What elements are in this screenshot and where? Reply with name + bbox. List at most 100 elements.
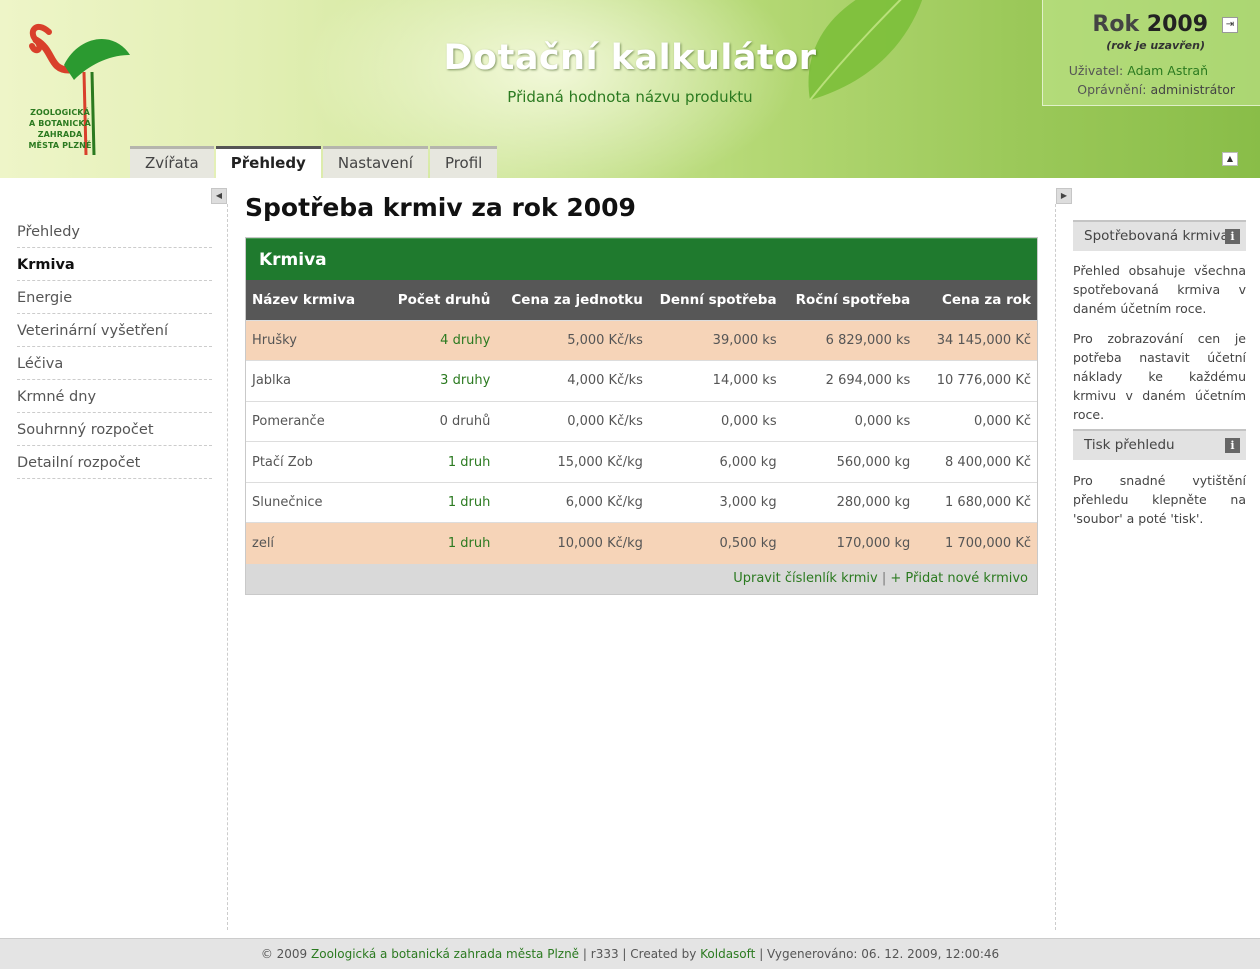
info-icon[interactable]: i bbox=[1225, 438, 1240, 453]
cell-yearly: 0,000 ks bbox=[782, 400, 917, 442]
cell-name: Slunečnice bbox=[246, 481, 391, 523]
cell-name: Ptačí Zob bbox=[246, 441, 391, 483]
nav-item-krmiva[interactable]: Krmiva bbox=[17, 248, 212, 281]
permission-label: Oprávnění: bbox=[1077, 82, 1147, 97]
panel-title: Krmiva bbox=[246, 238, 1037, 280]
edit-feed-list-link[interactable]: Upravit číslenlík krmiv bbox=[733, 571, 878, 586]
user-box: Rok 2009 ⇥ (rok je uzavřen) Uživatel: Ad… bbox=[1042, 0, 1260, 106]
main-tabs: Zvířata Přehledy Nastavení Profil bbox=[130, 146, 499, 178]
cell-yearly: 280,000 kg bbox=[782, 481, 917, 523]
footer-author-link[interactable]: Koldasoft bbox=[700, 947, 755, 961]
cell-count-link[interactable]: 4 druhy bbox=[390, 319, 497, 361]
column-header[interactable]: Počet druhů bbox=[390, 280, 497, 320]
cell-unit-price: 5,000 Kč/ks bbox=[496, 319, 649, 361]
app-subtitle: Přidaná hodnota názvu produktu bbox=[507, 88, 753, 106]
column-header[interactable]: Roční spotřeba bbox=[782, 280, 917, 320]
nav-item-leciva[interactable]: Léčiva bbox=[17, 347, 212, 380]
year-label: Rok bbox=[1092, 12, 1140, 37]
table-row: zelí 1 druh 10,000 Kč/kg 0,500 kg 170,00… bbox=[246, 522, 1037, 564]
cell-name: Pomeranče bbox=[246, 400, 391, 442]
cell-name: Hrušky bbox=[246, 319, 391, 361]
permission-value: administrátor bbox=[1150, 82, 1235, 97]
cell-count-link[interactable]: 1 druh bbox=[390, 481, 497, 523]
sidebar-box-text: Přehled obsahuje všechna spotřebovaná kr… bbox=[1073, 263, 1246, 316]
footer: © 2009 Zoologická a botanická zahrada mě… bbox=[0, 938, 1260, 969]
table-row: Slunečnice 1 druh 6,000 Kč/kg 3,000 kg 2… bbox=[246, 481, 1037, 523]
logout-icon[interactable]: ⇥ bbox=[1222, 17, 1238, 33]
table-header-row: Název krmiva Počet druhů Cena za jednotk… bbox=[246, 280, 1037, 320]
tab-prehledy[interactable]: Přehledy bbox=[215, 146, 321, 178]
cell-count-link[interactable]: 3 druhy bbox=[390, 360, 497, 402]
nav-item-veterinarni-vysetreni[interactable]: Veterinární vyšetření bbox=[17, 314, 212, 347]
tab-zvirata[interactable]: Zvířata bbox=[130, 146, 214, 178]
nav-item-souhrnny-rozpocet[interactable]: Souhrnný rozpočet bbox=[17, 413, 212, 446]
cell-count-link[interactable]: 1 druh bbox=[390, 522, 497, 564]
cell-daily: 3,000 kg bbox=[648, 481, 783, 523]
cell-yearly-price: 8 400,000 Kč bbox=[916, 441, 1037, 483]
cell-yearly: 2 694,000 ks bbox=[782, 360, 917, 402]
cell-unit-price: 10,000 Kč/kg bbox=[496, 522, 649, 564]
cell-yearly-price: 1 680,000 Kč bbox=[916, 481, 1037, 523]
nav-item-detailni-rozpocet[interactable]: Detailní rozpočet bbox=[17, 446, 212, 479]
sidebar-box-text: Pro snadné vytištění přehledu klepněte n… bbox=[1073, 473, 1246, 526]
permission-line: Oprávnění: administrátor bbox=[1077, 82, 1235, 97]
arrow-left-icon[interactable]: ◀ bbox=[211, 188, 227, 204]
table-row: Hrušky 4 druhy 5,000 Kč/ks 39,000 ks 6 8… bbox=[246, 319, 1037, 361]
add-feed-link[interactable]: + Přidat nové krmivo bbox=[890, 571, 1028, 586]
footer-revision: | r333 | Created by bbox=[582, 947, 697, 961]
logo-line: A BOTANICKÁ bbox=[29, 119, 91, 128]
table-row: Ptačí Zob 1 druh 15,000 Kč/kg 6,000 kg 5… bbox=[246, 441, 1037, 483]
footer-org-link[interactable]: Zoologická a botanická zahrada města Plz… bbox=[311, 947, 579, 961]
year-display: Rok 2009 bbox=[1092, 12, 1208, 37]
cell-name: Jablka bbox=[246, 360, 391, 402]
footer-copyright: © 2009 bbox=[260, 947, 308, 961]
arrow-right-icon[interactable]: ▶ bbox=[1056, 188, 1072, 204]
year-value: 2009 bbox=[1146, 12, 1208, 37]
cell-unit-price: 4,000 Kč/ks bbox=[496, 360, 649, 402]
divider-left bbox=[227, 204, 228, 930]
logo-line: ZAHRADA bbox=[37, 130, 83, 139]
info-icon[interactable]: i bbox=[1225, 229, 1240, 244]
year-note: (rok je uzavřen) bbox=[1106, 39, 1205, 52]
sidebar-box-text: Pro zobrazování cen je potřeba nastavit … bbox=[1073, 331, 1246, 422]
nav-item-prehledy[interactable]: Přehledy bbox=[17, 215, 212, 248]
cell-unit-price: 0,000 Kč/ks bbox=[496, 400, 649, 442]
column-header[interactable]: Denní spotřeba bbox=[648, 280, 783, 320]
nav-item-krmne-dny[interactable]: Krmné dny bbox=[17, 380, 212, 413]
cell-unit-price: 15,000 Kč/kg bbox=[496, 441, 649, 483]
user-name-link[interactable]: Adam Astraň bbox=[1127, 63, 1208, 78]
cell-yearly: 6 829,000 ks bbox=[782, 319, 917, 361]
column-header[interactable]: Cena za jednotku bbox=[496, 280, 649, 320]
sidebar-box-title: Tisk přehledu bbox=[1084, 437, 1175, 453]
collapse-up-icon[interactable]: ▲ bbox=[1222, 152, 1238, 166]
header: ZOOLOGICKÁ A BOTANICKÁ ZAHRADA MĚSTA PLZ… bbox=[0, 0, 1260, 178]
cell-daily: 39,000 ks bbox=[648, 319, 783, 361]
column-header[interactable]: Cena za rok bbox=[916, 280, 1037, 320]
column-header[interactable]: Název krmiva bbox=[246, 280, 391, 320]
cell-name: zelí bbox=[246, 522, 391, 564]
cell-daily: 0,500 kg bbox=[648, 522, 783, 564]
panel-footer: Upravit číslenlík krmiv | + Přidat nové … bbox=[246, 563, 1037, 594]
cell-unit-price: 6,000 Kč/kg bbox=[496, 481, 649, 523]
table-row: Jablka 3 druhy 4,000 Kč/ks 14,000 ks 2 6… bbox=[246, 360, 1037, 402]
user-label: Uživatel: bbox=[1068, 63, 1124, 78]
logo-line: MĚSTA PLZNĚ bbox=[28, 141, 92, 150]
table-row: Pomeranče 0 druhů 0,000 Kč/ks 0,000 ks 0… bbox=[246, 400, 1037, 442]
tab-profil[interactable]: Profil bbox=[429, 146, 498, 178]
cell-yearly: 170,000 kg bbox=[782, 522, 917, 564]
cell-count-link[interactable]: 1 druh bbox=[390, 441, 497, 483]
logo-line: ZOOLOGICKÁ bbox=[30, 108, 90, 117]
app-title: Dotační kalkulátor bbox=[443, 38, 817, 78]
footer-generated: | Vygenerováno: 06. 12. 2009, 12:00:46 bbox=[759, 947, 1000, 961]
cell-yearly-price: 1 700,000 Kč bbox=[916, 522, 1037, 564]
left-nav: Přehledy Krmiva Energie Veterinární vyše… bbox=[17, 215, 212, 479]
cell-daily: 6,000 kg bbox=[648, 441, 783, 483]
sidebar-box-consumed-feed: Spotřebovaná krmiva i bbox=[1073, 220, 1246, 251]
sidebar-box-print: Tisk přehledu i bbox=[1073, 429, 1246, 460]
cell-yearly-price: 10 776,000 Kč bbox=[916, 360, 1037, 402]
cell-yearly: 560,000 kg bbox=[782, 441, 917, 483]
page-title: Spotřeba krmiv za rok 2009 bbox=[245, 193, 636, 222]
tab-nastaveni[interactable]: Nastavení bbox=[322, 146, 428, 178]
cell-yearly-price: 34 145,000 Kč bbox=[916, 319, 1037, 361]
nav-item-energie[interactable]: Energie bbox=[17, 281, 212, 314]
